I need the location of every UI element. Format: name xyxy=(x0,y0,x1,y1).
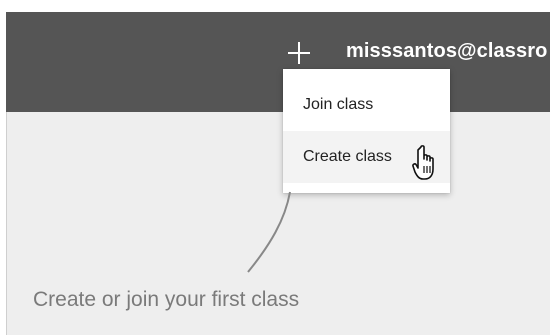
empty-state-message: Create or join your first class xyxy=(33,288,300,311)
plus-icon xyxy=(288,42,310,64)
menu-item-join-class[interactable]: Join class xyxy=(283,79,450,131)
menu-item-label: Create class xyxy=(303,148,392,165)
app-window: misssantos@classro Join class Create cla… xyxy=(0,0,550,335)
add-class-button[interactable] xyxy=(282,36,316,70)
pointer-hand-icon xyxy=(412,145,434,180)
menu-item-label: Join class xyxy=(303,96,374,113)
account-email[interactable]: misssantos@classro xyxy=(346,40,547,63)
hint-arrow-line xyxy=(247,191,291,273)
